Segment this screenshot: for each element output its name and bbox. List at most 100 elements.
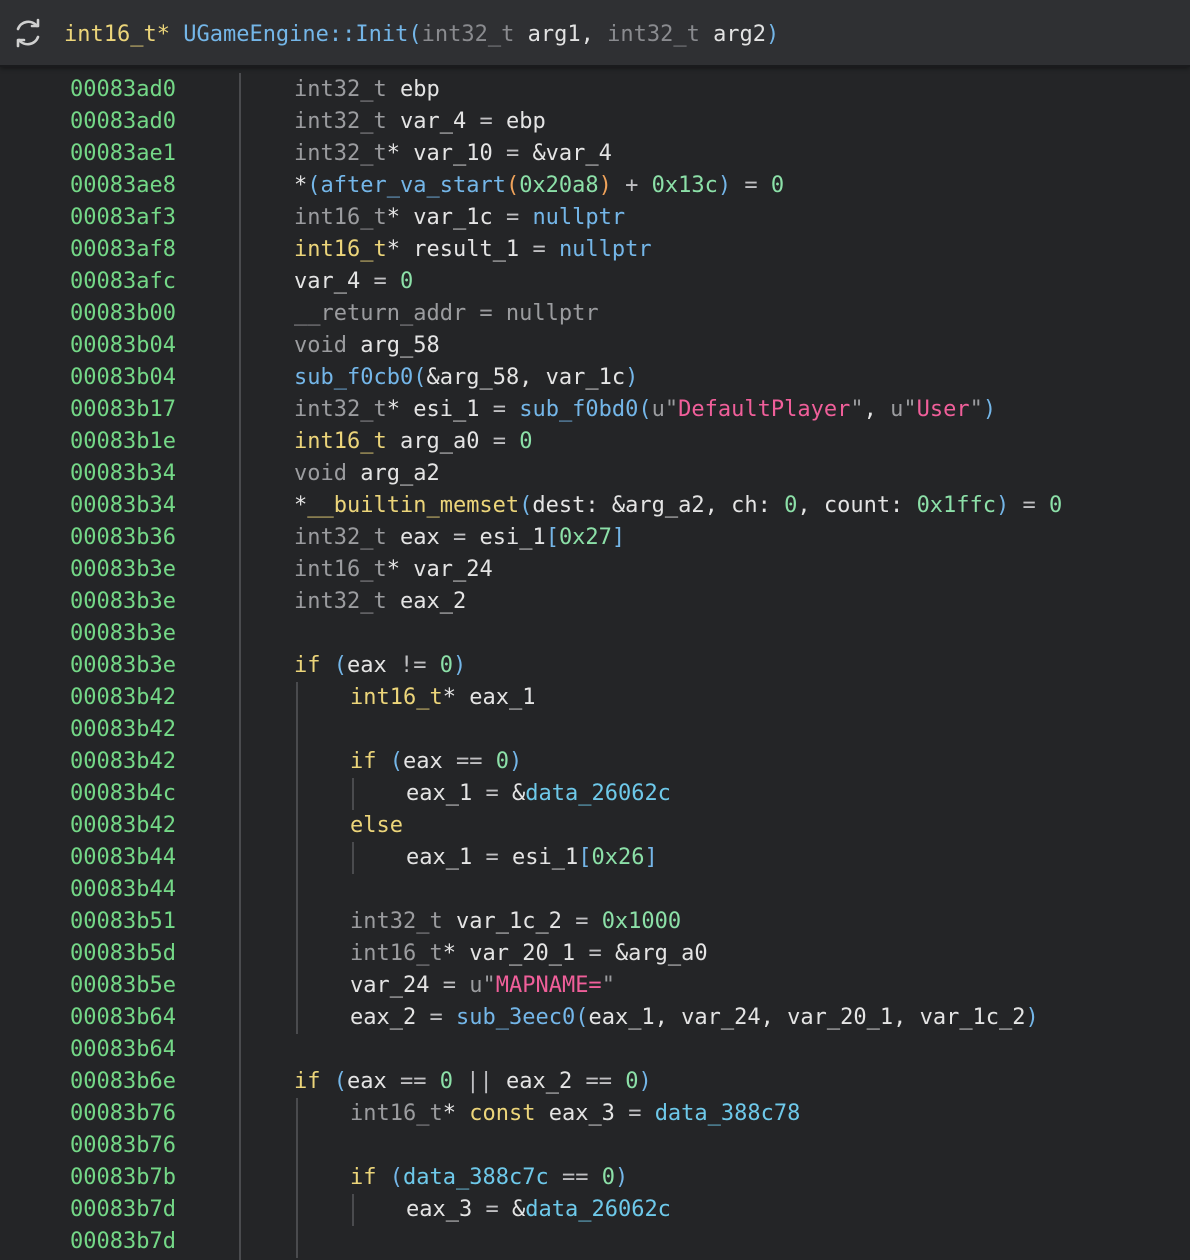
code-line[interactable]: 00083ad0 int32_t var_4 = ebp — [0, 106, 1190, 138]
code-line[interactable]: 00083b6e if (eax == 0 || eax_2 == 0) — [0, 1066, 1190, 1098]
code-line[interactable]: 00083b00 __return_addr = nullptr — [0, 298, 1190, 330]
line-address[interactable]: 00083ad0 — [70, 106, 176, 138]
line-address[interactable]: 00083b1e — [70, 426, 176, 458]
code-token[interactable]: ( — [519, 493, 532, 518]
code-token[interactable]: ebp — [400, 77, 440, 102]
code-token[interactable]: = — [628, 1101, 655, 1126]
code-token[interactable]: int32_t — [294, 77, 400, 102]
code-token[interactable]: 0 — [440, 653, 453, 678]
code-token[interactable]: ) — [615, 1165, 628, 1190]
code-token[interactable]: 0x13c — [652, 173, 718, 198]
code-token[interactable]: * — [443, 941, 470, 966]
code-token[interactable]: int16_t — [350, 941, 443, 966]
code-line[interactable]: 00083ae1 int32_t* var_10 = &var_4 — [0, 138, 1190, 170]
code-token[interactable]: ebp — [506, 109, 546, 134]
code-token[interactable]: eax_2 — [350, 1005, 429, 1030]
code-token[interactable]: sub_f0cb0 — [294, 365, 413, 390]
code-token[interactable]: = — [575, 909, 602, 934]
line-address[interactable]: 00083b7d — [70, 1226, 176, 1258]
code-line[interactable]: 00083b51 int32_t var_1c_2 = 0x1000 — [0, 906, 1190, 938]
code-token[interactable]: arg_a2 — [360, 461, 439, 486]
code-token[interactable]: * — [387, 205, 414, 230]
code-token[interactable]: = — [532, 237, 559, 262]
code-line[interactable]: 00083b36 int32_t eax = esi_1[0x27] — [0, 522, 1190, 554]
code-token[interactable]: int16_t — [294, 429, 400, 454]
line-address[interactable]: 00083b42 — [70, 714, 176, 746]
code-token[interactable]: 0x27 — [559, 525, 612, 550]
line-address[interactable]: 00083b7d — [70, 1194, 176, 1226]
line-address[interactable]: 00083b36 — [70, 522, 176, 554]
code-line[interactable]: 00083b42 int16_t* eax_1 — [0, 682, 1190, 714]
code-token[interactable]: if — [294, 1069, 334, 1094]
code-token[interactable]: = — [506, 205, 533, 230]
code-token[interactable]: MAPNAME= — [496, 973, 602, 998]
code-token[interactable]: ) — [453, 653, 466, 678]
code-token[interactable]: data_388c78 — [655, 1101, 801, 1126]
code-token[interactable]: ) — [625, 365, 638, 390]
code-token[interactable]: 0 — [625, 1069, 638, 1094]
line-address[interactable]: 00083b51 — [70, 906, 176, 938]
code-token[interactable]: 0x1ffc — [917, 493, 996, 518]
code-token[interactable]: = — [485, 845, 512, 870]
code-token[interactable]: result_1 — [413, 237, 532, 262]
code-token[interactable]: dest: &arg_a2, ch: — [532, 493, 784, 518]
code-line[interactable]: 00083ae8 *(after_va_start(0x20a8) + 0x13c… — [0, 170, 1190, 202]
code-token[interactable]: sub_f0bd0 — [519, 397, 638, 422]
code-token[interactable]: ) — [718, 173, 731, 198]
code-line[interactable]: 00083af3 int16_t* var_1c = nullptr — [0, 202, 1190, 234]
code-token[interactable]: = — [731, 173, 771, 198]
code-token[interactable]: == — [400, 1069, 440, 1094]
code-line[interactable]: 00083b5d int16_t* var_20_1 = &arg_a0 — [0, 938, 1190, 970]
code-token[interactable]: * — [387, 397, 414, 422]
line-address[interactable]: 00083b44 — [70, 842, 176, 874]
code-token[interactable]: int16_t — [350, 1101, 443, 1126]
code-line[interactable]: 00083b7d eax_3 = &data_26062c — [0, 1194, 1190, 1226]
code-token[interactable]: eax_2 — [506, 1069, 585, 1094]
code-line[interactable]: 00083b5e var_24 = u"MAPNAME=" — [0, 970, 1190, 1002]
line-address[interactable]: 00083b5d — [70, 938, 176, 970]
code-line[interactable]: 00083b04 sub_f0cb0(&arg_58, var_1c) — [0, 362, 1190, 394]
code-token[interactable]: var_24 — [413, 557, 492, 582]
code-token[interactable]: 0 — [771, 173, 784, 198]
refresh-icon[interactable] — [12, 17, 44, 49]
code-token[interactable]: int16_t — [294, 237, 387, 262]
code-token[interactable]: var_24 — [350, 973, 443, 998]
line-address[interactable]: 00083b42 — [70, 746, 176, 778]
line-address[interactable]: 00083b00 — [70, 298, 176, 330]
code-token[interactable]: int32_t — [294, 141, 387, 166]
code-token[interactable]: u" — [469, 973, 496, 998]
code-line[interactable]: 00083b34 *__builtin_memset(dest: &arg_a2,… — [0, 490, 1190, 522]
code-token[interactable]: if — [350, 749, 390, 774]
code-token[interactable]: ) — [1026, 1005, 1039, 1030]
code-token[interactable]: ( — [307, 173, 320, 198]
code-token[interactable]: int16_t — [350, 685, 443, 710]
code-line[interactable]: 00083b4c eax_1 = &data_26062c — [0, 778, 1190, 810]
code-token[interactable]: & — [512, 781, 525, 806]
code-token[interactable]: != — [400, 653, 440, 678]
code-line[interactable]: 00083b7b if (data_388c7c == 0) — [0, 1162, 1190, 1194]
code-token[interactable]: var_4 — [400, 109, 479, 134]
code-token[interactable]: ( — [413, 365, 426, 390]
line-address[interactable]: 00083b3e — [70, 618, 176, 650]
code-line[interactable]: 00083b76 — [0, 1130, 1190, 1162]
code-token[interactable]: 0x26 — [591, 845, 644, 870]
code-token[interactable]: = — [493, 397, 520, 422]
code-token[interactable]: 0x20a8 — [519, 173, 598, 198]
code-token[interactable]: eax_3 — [549, 1101, 628, 1126]
code-token[interactable]: 0 — [496, 749, 509, 774]
code-line[interactable]: 00083b44 — [0, 874, 1190, 906]
code-token[interactable]: = — [429, 1005, 456, 1030]
code-token[interactable]: after_va_start — [321, 173, 506, 198]
code-token[interactable]: , — [864, 397, 891, 422]
code-token[interactable]: if — [350, 1165, 390, 1190]
code-line[interactable]: 00083b42 if (eax == 0) — [0, 746, 1190, 778]
line-address[interactable]: 00083b64 — [70, 1002, 176, 1034]
code-token[interactable]: eax_2 — [400, 589, 466, 614]
code-token[interactable]: = — [443, 973, 470, 998]
code-token[interactable]: var_20_1 — [469, 941, 588, 966]
code-token[interactable]: ( — [506, 173, 519, 198]
line-address[interactable]: 00083b42 — [70, 682, 176, 714]
code-token[interactable]: * — [387, 141, 414, 166]
line-address[interactable]: 00083b34 — [70, 458, 176, 490]
code-token[interactable]: & — [512, 1197, 525, 1222]
